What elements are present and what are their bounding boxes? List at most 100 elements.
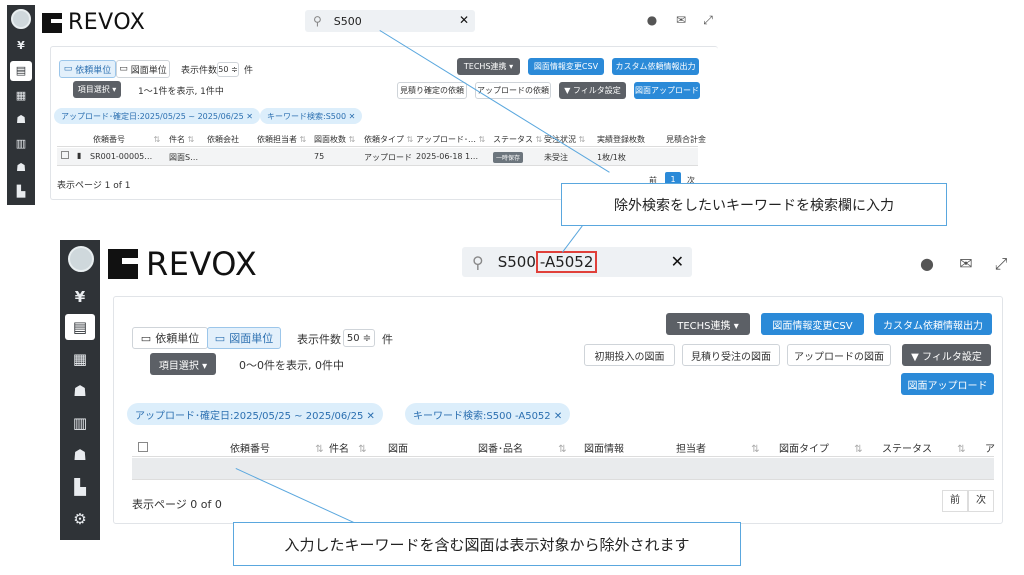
header-checkbox[interactable] [138, 442, 148, 452]
top-main-card: ▭ 依頼単位 ▭ 図面単位 表示件数 50 ≑ 件 項目選択 ▾ 1〜1件を表示… [50, 46, 718, 200]
bottom-col-drawing-info[interactable]: 図面情報 [584, 440, 624, 455]
top-col-status[interactable]: ステータス ⇅ [493, 134, 542, 145]
factory-icon[interactable]: ▙ [60, 478, 100, 496]
bottom-item-select-button[interactable]: 項目選択 ▾ [150, 353, 216, 375]
user-add-icon[interactable]: ☗ [60, 382, 100, 400]
bottom-empty-row [132, 458, 994, 480]
top-brand: REVOX [42, 10, 145, 35]
bottom-pager-next[interactable]: 次 [968, 490, 994, 512]
users-settings-icon[interactable]: ⚙ [60, 510, 100, 528]
top-col-registered[interactable]: 実績登録枚数 [597, 134, 645, 145]
bottom-filter-button[interactable]: ▼ フィルタ設定 [902, 344, 991, 366]
bottom-search-clear-icon[interactable]: ✕ [671, 252, 684, 271]
bottom-toggle-drawing[interactable]: ▭ 図面単位 [207, 327, 281, 349]
bottom-col-title[interactable]: 件名 ⇅ [329, 440, 367, 455]
top-result-text: 1〜1件を表示, 1件中 [138, 87, 224, 97]
expand-icon[interactable]: ⤢ [701, 13, 715, 28]
row-request-no[interactable]: SR001-00005… [90, 152, 152, 161]
user-icon[interactable]: ☗ [7, 161, 35, 174]
bottom-col-assignee[interactable]: 担当者 ⇅ [676, 440, 760, 455]
search-doc-icon[interactable]: ▤ [10, 61, 32, 81]
top-item-select-button[interactable]: 項目選択 ▾ [73, 81, 121, 98]
building-icon[interactable]: ▥ [7, 137, 35, 150]
top-search-clear-icon[interactable]: ✕ [459, 13, 469, 27]
top-date-filter-chip[interactable]: アップロード･確定日:2025/05/25 ~ 2025/06/25 ✕ [54, 108, 260, 124]
user-icon[interactable]: ☗ [60, 446, 100, 464]
account-icon[interactable]: ● [918, 254, 936, 273]
top-col-title[interactable]: 件名 ⇅ [169, 134, 194, 145]
bottom-col-drawing[interactable]: 図面 [388, 440, 408, 455]
building-icon[interactable]: ▥ [60, 414, 100, 432]
bottom-col-drawing-no[interactable]: 図番･品名 ⇅ [478, 440, 567, 455]
bottom-custom-export-button[interactable]: カスタム依頼情報出力 [874, 313, 992, 335]
table-row[interactable]: ▮ SR001-00005… 図面S… 75 アップロード 2025-06-18… [57, 148, 698, 166]
bottom-col-request-no[interactable]: 依頼番号 ⇅ [230, 440, 324, 455]
top-logo [11, 9, 31, 29]
brand-logo-icon [108, 249, 138, 279]
top-keyword-filter-chip[interactable]: キーワード検索:S500 ✕ [260, 108, 363, 124]
mail-icon[interactable]: ✉ [674, 13, 688, 27]
account-icon[interactable]: ● [645, 13, 659, 27]
row-title: 図面S… [169, 153, 199, 162]
row-registered: 1枚/1枚 [597, 153, 626, 162]
top-toggle-drawing[interactable]: ▭ 図面単位 [116, 60, 170, 78]
expand-icon[interactable]: ⤢ [992, 254, 1010, 274]
building-add-icon[interactable]: ▦ [60, 350, 100, 368]
top-filter-button[interactable]: ▼ フィルタ設定 [559, 82, 626, 99]
status-badge: 一時保存 [493, 152, 524, 163]
bottom-col-more[interactable]: ア [985, 440, 995, 455]
search-icon: ⚲ [313, 14, 322, 28]
callout-bottom: 入力したキーワードを含む図面は表示対象から除外されます [233, 522, 741, 566]
bottom-col-status[interactable]: ステータス ⇅ [882, 440, 966, 455]
bottom-upload-button[interactable]: 図面アップロード [901, 373, 994, 395]
row-count: 75 [314, 152, 325, 161]
bottom-main-card: ▭ 依頼単位 ▭ 図面単位 表示件数 50 ≑ 件 項目選択 ▾ 0〜0件を表示… [113, 296, 1003, 524]
top-per-page-select[interactable]: 50 ≑ [217, 62, 239, 77]
bottom-logo [68, 246, 94, 272]
user-add-icon[interactable]: ☗ [7, 113, 35, 126]
bottom-per-page-label: 表示件数 [297, 333, 341, 346]
top-techs-button[interactable]: TECHS連携 ▾ [457, 58, 520, 75]
bottom-search-input[interactable]: ⚲ S500 -A5052 ✕ [462, 247, 692, 277]
yen-icon[interactable]: ¥ [60, 288, 100, 306]
yen-icon[interactable]: ¥ [7, 39, 35, 52]
bottom-search-value: S500 [497, 253, 536, 271]
bottom-footer-page: 表示ページ 0 of 0 [132, 498, 222, 511]
bottom-upload-drawings-button[interactable]: アップロードの図面 [787, 344, 891, 366]
bottom-toggle-request[interactable]: ▭ 依頼単位 [132, 327, 208, 349]
factory-icon[interactable]: ▙ [7, 185, 35, 198]
bottom-csv-button[interactable]: 図面情報変更CSV [761, 313, 864, 335]
bottom-keyword-filter-chip[interactable]: キーワード検索:S500 -A5052 ✕ [405, 403, 571, 425]
search-doc-icon[interactable]: ▤ [65, 314, 95, 340]
top-col-request-no[interactable]: 依頼番号 ⇅ [93, 134, 160, 145]
bottom-per-page-unit: 件 [382, 333, 393, 346]
top-estimate-request-button[interactable]: 見積り確定の依頼 [397, 82, 467, 99]
top-upload-button[interactable]: 図面アップロード [634, 82, 700, 99]
bottom-date-filter-chip[interactable]: アップロード･確定日:2025/05/25 ~ 2025/06/25 ✕ [127, 403, 383, 425]
brand-name: REVOX [68, 10, 146, 35]
top-toggle-request[interactable]: ▭ 依頼単位 [59, 60, 116, 78]
bottom-per-page-select[interactable]: 50 ≑ [343, 329, 375, 347]
top-col-estimate-total[interactable]: 見積合計金 [666, 134, 706, 145]
top-csv-button[interactable]: 図面情報変更CSV [528, 58, 604, 75]
building-add-icon[interactable]: ▦ [7, 89, 35, 102]
bottom-initial-drawings-button[interactable]: 初期投入の図面 [584, 344, 675, 366]
top-col-drawing-count[interactable]: 図面枚数 ⇅ [314, 134, 355, 145]
bottom-estimate-drawings-button[interactable]: 見積り受注の図面 [682, 344, 780, 366]
row-order: 未受注 [544, 153, 568, 162]
bottom-col-drawing-type[interactable]: 図面タイプ ⇅ [779, 440, 863, 455]
top-search-input[interactable]: ⚲ S500 ✕ [305, 10, 475, 32]
bottom-sidebar: ¥ ▤ ▦ ☗ ▥ ☗ ▙ ⚙ [60, 240, 100, 540]
bottom-techs-button[interactable]: TECHS連携 ▾ [666, 313, 750, 335]
top-per-page-unit: 件 [244, 66, 254, 76]
top-col-assignee[interactable]: 依頼担当者 ⇅ [257, 134, 306, 145]
row-checkbox[interactable] [61, 151, 69, 159]
top-custom-export-button[interactable]: カスタム依頼情報出力 [612, 58, 699, 75]
top-col-company[interactable]: 依頼会社 [207, 134, 239, 145]
bottom-table-header: 依頼番号 ⇅ 件名 ⇅ 図面 図番･品名 ⇅ 図面情報 担当者 ⇅ 図面タイプ … [132, 436, 995, 457]
top-col-request-type[interactable]: 依頼タイプ ⇅ [364, 134, 413, 145]
top-col-upload-date[interactable]: アップロード･… ⇅ [416, 134, 485, 145]
mail-icon[interactable]: ✉ [957, 254, 975, 273]
brand-logo-icon [42, 12, 62, 33]
bottom-pager-prev[interactable]: 前 [942, 490, 968, 512]
